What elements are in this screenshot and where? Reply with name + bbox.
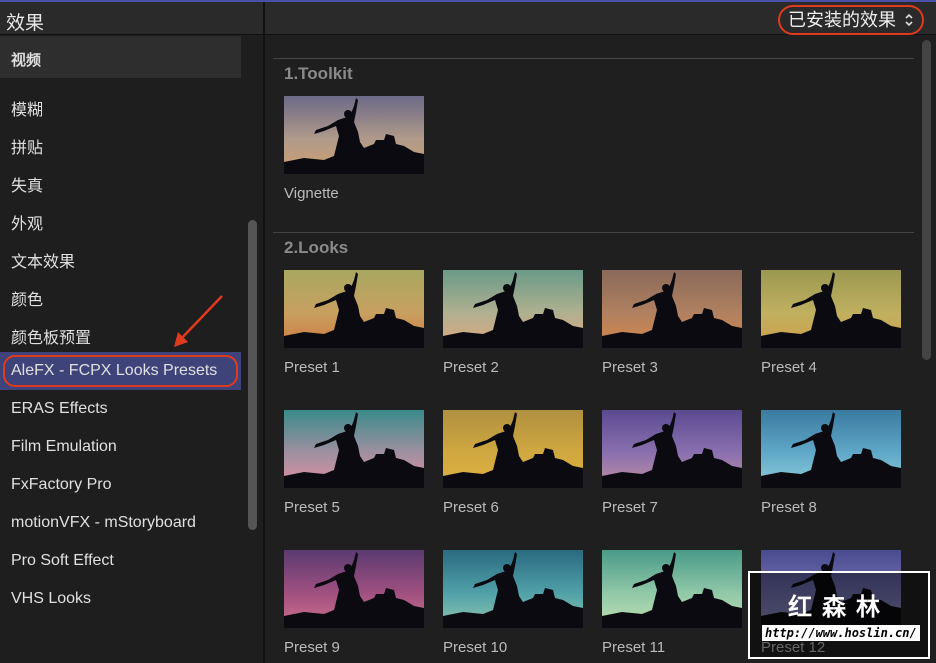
sidebar-item[interactable]: FxFactory Pro: [0, 466, 241, 504]
effect-thumbnail[interactable]: [602, 550, 742, 628]
sidebar-item-label: 外观: [11, 216, 44, 233]
effect-thumbnail[interactable]: [443, 270, 583, 348]
highlight-outline: [3, 355, 238, 387]
sidebar-item-label: Pro Soft Effect: [11, 552, 114, 569]
sidebar-item-label: 颜色: [11, 292, 44, 309]
sidebar-item[interactable]: 拼贴: [0, 124, 241, 162]
sidebar-item-label: 拼贴: [11, 140, 44, 157]
effect-thumbnail[interactable]: [761, 270, 901, 348]
effect-label[interactable]: Preset 11: [602, 639, 665, 656]
browser-title: 效果: [6, 13, 45, 34]
effect-thumbnail[interactable]: [284, 410, 424, 488]
effect-thumbnail[interactable]: [284, 270, 424, 348]
effect-label[interactable]: Preset 7: [602, 499, 658, 516]
effect-label[interactable]: Preset 6: [443, 499, 499, 516]
sidebar-item-label: 模糊: [11, 102, 44, 119]
effect-thumbnail[interactable]: [443, 550, 583, 628]
effect-thumbnail[interactable]: [602, 270, 742, 348]
sidebar-item[interactable]: 失真: [0, 162, 241, 200]
effect-thumbnail[interactable]: [443, 410, 583, 488]
section-divider: [273, 232, 914, 233]
effect-label[interactable]: Preset 2: [443, 359, 499, 376]
effect-label[interactable]: Preset 3: [602, 359, 658, 376]
updown-chevron-icon: [905, 13, 913, 27]
installed-effects-dropdown[interactable]: 已安装的效果: [778, 5, 924, 35]
sidebar-item[interactable]: Film Emulation: [0, 428, 241, 466]
sidebar-item-label: Film Emulation: [11, 438, 117, 455]
effect-label[interactable]: Preset 5: [284, 499, 340, 516]
effect-label[interactable]: Preset 10: [443, 639, 507, 656]
section-title: 2.Looks: [284, 238, 349, 257]
sidebar-item-label: 失真: [11, 178, 44, 195]
effect-label[interactable]: Preset 8: [761, 499, 817, 516]
grid-scrollbar[interactable]: [922, 40, 931, 360]
filter-label: 已安装的效果: [788, 10, 896, 30]
effects-grid: 1.Toolkit Vignette 2.Looks Preset 1 Preset 2…: [265, 36, 936, 663]
sidebar-item-label: 文本效果: [11, 254, 76, 271]
sidebar-item[interactable]: motionVFX - mStoryboard: [0, 504, 241, 542]
sidebar-item-label: VHS Looks: [11, 590, 92, 607]
sidebar-item-label: 颜色板预置: [11, 330, 92, 347]
sidebar-item[interactable]: AleFX - FCPX Looks Presets: [0, 352, 241, 390]
sidebar-item[interactable]: Pro Soft Effect: [0, 542, 241, 580]
effect-label[interactable]: Vignette: [284, 185, 339, 202]
sidebar-item[interactable]: VHS Looks: [0, 580, 241, 618]
sidebar-item-label: ERAS Effects: [11, 400, 108, 417]
sidebar-item[interactable]: 模糊: [0, 86, 241, 124]
watermark: 红森林 http://www.hoslin.cn/: [748, 571, 930, 659]
sidebar-item[interactable]: 文本效果: [0, 238, 241, 276]
sidebar-item[interactable]: ERAS Effects: [0, 390, 241, 428]
effect-thumbnail[interactable]: [284, 96, 424, 174]
section-title: 1.Toolkit: [284, 64, 353, 83]
watermark-url: http://www.hoslin.cn/: [762, 625, 920, 641]
category-video[interactable]: 视频: [0, 36, 241, 78]
effects-header: 效果 已安装的效果: [0, 2, 936, 35]
sidebar-item-label: FxFactory Pro: [11, 476, 112, 493]
effect-label[interactable]: Preset 1: [284, 359, 340, 376]
effect-label[interactable]: Preset 9: [284, 639, 340, 656]
section-divider: [273, 58, 914, 59]
sidebar-item-label: motionVFX - mStoryboard: [11, 514, 196, 531]
annotation-arrow-icon: [174, 295, 223, 347]
sidebar-scrollbar[interactable]: [248, 220, 257, 530]
effect-thumbnail[interactable]: [602, 410, 742, 488]
watermark-title: 红森林: [788, 594, 890, 621]
effect-label[interactable]: Preset 4: [761, 359, 817, 376]
sidebar-item[interactable]: 外观: [0, 200, 241, 238]
effect-thumbnail[interactable]: [761, 410, 901, 488]
effect-thumbnail[interactable]: [284, 550, 424, 628]
